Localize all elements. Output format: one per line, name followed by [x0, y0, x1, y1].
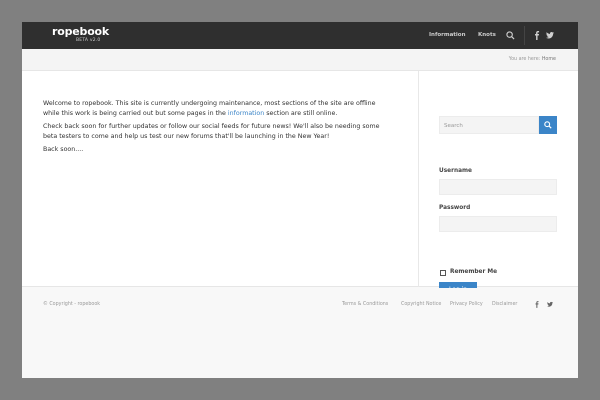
- copyright-text: © Copyright - ropebook: [43, 302, 101, 307]
- username-label: Username: [439, 168, 472, 174]
- header-divider: [524, 26, 525, 45]
- twitter-icon[interactable]: [546, 31, 554, 40]
- paragraph-text: section are still online.: [264, 109, 338, 117]
- logo-beta: BETA v2.0: [76, 38, 101, 43]
- password-field[interactable]: [439, 216, 557, 232]
- username-field[interactable]: [439, 179, 557, 195]
- footer-link-disclaimer[interactable]: Disclaimer: [492, 302, 517, 307]
- main-content: Welcome to ropebook. This site is curren…: [43, 99, 393, 159]
- footer-link-copyright-notice[interactable]: Copyright Notice: [401, 302, 441, 307]
- update-paragraph: Check back soon for further updates or f…: [43, 123, 380, 140]
- nav-item-information[interactable]: Information: [429, 32, 466, 39]
- facebook-icon[interactable]: [534, 31, 540, 40]
- maintenance-paragraph: Welcome to ropebook. This site is curren…: [43, 99, 393, 118]
- remember-me-label[interactable]: Remember Me: [450, 269, 497, 275]
- search-input[interactable]: Search: [439, 116, 539, 134]
- twitter-icon[interactable]: [547, 301, 553, 308]
- footer-link-privacy[interactable]: Privacy Policy: [450, 302, 483, 307]
- breadcrumb-band: You are here: Home: [22, 49, 578, 71]
- information-link[interactable]: information: [228, 110, 264, 117]
- nav-item-knots[interactable]: Knots: [478, 32, 496, 39]
- site-footer: © Copyright - ropebook Terms & Condition…: [22, 288, 578, 378]
- sidebar-divider: [418, 71, 419, 287]
- password-label: Password: [439, 205, 471, 211]
- back-soon-paragraph: Back soon....: [43, 146, 84, 153]
- remember-me-checkbox[interactable]: [440, 270, 446, 276]
- breadcrumb: You are here: Home: [509, 57, 556, 62]
- main-area: Welcome to ropebook. This site is curren…: [22, 71, 578, 298]
- site-header: ropebook BETA v2.0 Information Knots: [22, 22, 578, 49]
- breadcrumb-prefix: You are here:: [508, 57, 541, 62]
- search-button[interactable]: [539, 116, 557, 134]
- page: ropebook BETA v2.0 Information Knots You…: [22, 22, 578, 378]
- site-logo[interactable]: ropebook BETA v2.0: [52, 25, 110, 44]
- search-icon[interactable]: [506, 31, 515, 40]
- logo-text: ropebook: [52, 25, 110, 38]
- facebook-icon[interactable]: [535, 301, 539, 308]
- breadcrumb-home-link[interactable]: Home: [542, 57, 556, 62]
- footer-link-terms[interactable]: Terms & Conditions: [342, 302, 388, 307]
- search-icon: [544, 121, 552, 129]
